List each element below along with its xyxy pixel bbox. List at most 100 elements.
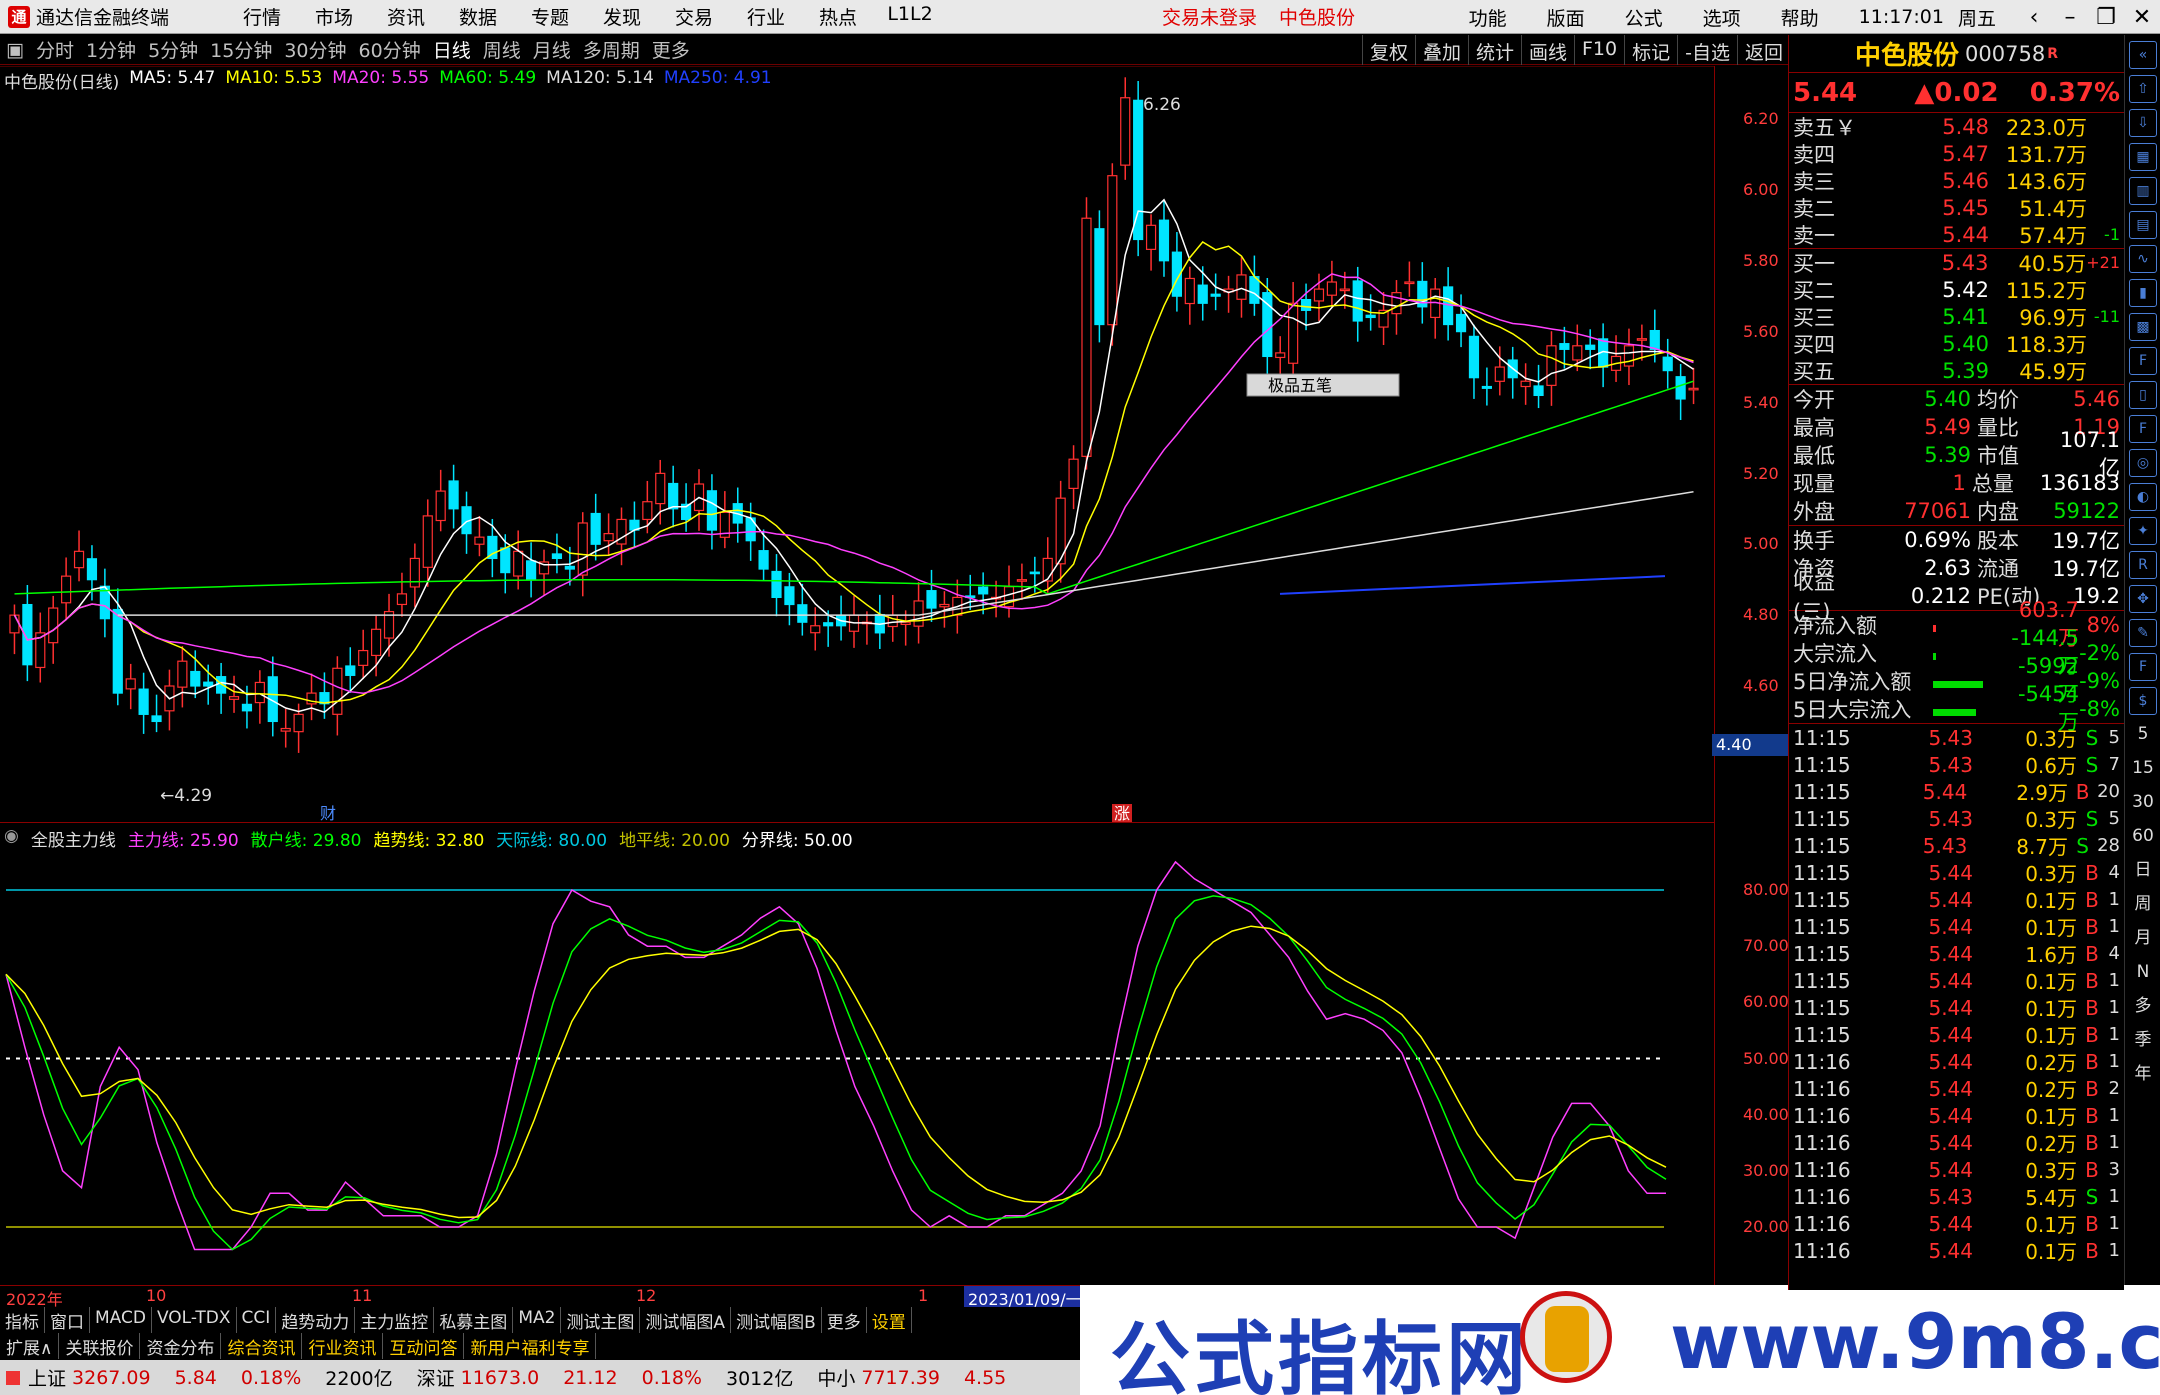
panel-toggle-icon[interactable]: ▣ — [0, 39, 30, 61]
zx-label[interactable]: 中小 — [817, 1364, 855, 1391]
side-period[interactable]: 年 — [2129, 1061, 2157, 1089]
menu-item[interactable]: 行情 — [226, 3, 298, 30]
indicator-tab[interactable]: 测试幅图B — [731, 1307, 822, 1333]
info-tab[interactable]: 互动问答 — [383, 1333, 465, 1359]
f10-icon[interactable]: F — [2129, 347, 2157, 375]
indicator-tab[interactable]: 测试主图 — [561, 1307, 641, 1333]
ask-row[interactable]: 卖五￥ 5.48 223.0万 — [1789, 113, 2124, 140]
period-tab[interactable]: 周线 — [477, 36, 527, 63]
chart-button[interactable]: 返回 — [1736, 35, 1790, 65]
chart-button[interactable]: 画线 — [1520, 35, 1574, 65]
line-icon[interactable]: ∿ — [2129, 245, 2157, 273]
chart-icon[interactable]: ▦ — [2129, 143, 2157, 171]
side-period[interactable]: 15 — [2129, 755, 2157, 783]
period-tab[interactable]: 多周期 — [577, 36, 646, 63]
menu-item[interactable]: 资讯 — [370, 3, 442, 30]
down-icon[interactable]: ⇩ — [2129, 109, 2157, 137]
ask-row[interactable]: 卖三 5.46 143.6万 — [1789, 167, 2124, 194]
ask-row[interactable]: 卖一 5.44 57.4万 -1 — [1789, 221, 2124, 248]
side-period[interactable]: N — [2129, 959, 2157, 987]
dollar-icon[interactable]: $ — [2129, 687, 2157, 715]
period-tab[interactable]: 60分钟 — [353, 36, 427, 63]
arrows-icon[interactable]: ✥ — [2129, 585, 2157, 613]
indicator-tab[interactable]: 指标 — [0, 1307, 45, 1333]
indicator-tab[interactable]: 更多 — [822, 1307, 867, 1333]
right-menu-item[interactable]: 选项 — [1703, 4, 1741, 31]
chart-button[interactable]: -自选 — [1677, 35, 1737, 65]
period-tab[interactable]: 1分钟 — [80, 36, 142, 63]
bid-row[interactable]: 买四 5.40 118.3万 — [1789, 330, 2124, 357]
pen-icon[interactable]: ✎ — [2129, 619, 2157, 647]
indicator-tab[interactable]: 主力监控 — [355, 1307, 435, 1333]
period-tab[interactable]: 5分钟 — [142, 36, 204, 63]
right-menu-item[interactable]: 功能 — [1469, 4, 1507, 31]
fs2-icon[interactable]: F — [2129, 653, 2157, 681]
side-period[interactable]: 周 — [2129, 891, 2157, 919]
side-period[interactable]: 60 — [2129, 823, 2157, 851]
period-tab[interactable]: 15分钟 — [204, 36, 278, 63]
up-icon[interactable]: ⇧ — [2129, 75, 2157, 103]
side-period[interactable]: 5 — [2129, 721, 2157, 749]
chart-button[interactable]: 标记 — [1624, 35, 1677, 65]
period-tab[interactable]: 30分钟 — [278, 36, 352, 63]
bar-icon[interactable]: ▥ — [2129, 177, 2157, 205]
right-menu-item[interactable]: 公式 — [1625, 4, 1663, 31]
indicator-tab[interactable]: 测试幅图A — [640, 1307, 732, 1333]
menu-item[interactable]: 市场 — [298, 3, 370, 30]
menu-item[interactable]: 热点 — [802, 3, 874, 30]
kline-icon[interactable]: ▮ — [2129, 279, 2157, 307]
target-icon[interactable]: ◎ — [2129, 449, 2157, 477]
period-tab[interactable]: 分时 — [30, 36, 80, 63]
trade-login-status[interactable]: 交易未登录 — [1162, 3, 1257, 30]
menu-item[interactable]: 数据 — [442, 3, 514, 30]
doc-icon[interactable]: ▯ — [2129, 381, 2157, 409]
side-period[interactable]: 30 — [2129, 789, 2157, 817]
rsi-icon[interactable]: R — [2129, 551, 2157, 579]
minimize-icon[interactable]: – — [2052, 5, 2088, 30]
menu-item[interactable]: 行业 — [730, 3, 802, 30]
kline-chart[interactable]: 6.26 ←4.29 极品五笔财 涨 — [0, 66, 1714, 824]
mouse-icon[interactable]: ◐ — [2129, 483, 2157, 511]
bid-row[interactable]: 买三 5.41 96.9万 -11 — [1789, 303, 2124, 330]
info-tab[interactable]: 资金分布 — [140, 1333, 222, 1359]
tick-list[interactable]: 11:15 5.43 0.3万 S 5 11:15 5.43 0.6万 S 7 11:15 5.44 2… — [1789, 724, 2124, 1265]
indicator-tab[interactable]: VOL-TDX — [152, 1307, 237, 1333]
close-icon[interactable]: ✕ — [2124, 5, 2160, 30]
indicator-toggle-icon[interactable]: ◉ — [4, 826, 19, 851]
bid-row[interactable]: 买五 5.39 45.9万 — [1789, 357, 2124, 384]
chart-button[interactable]: 统计 — [1467, 35, 1521, 65]
menu-item[interactable]: 交易 — [658, 3, 730, 30]
chart-button[interactable]: 复权 — [1361, 35, 1415, 65]
side-period[interactable]: 多 — [2129, 993, 2157, 1021]
info-tab[interactable]: 行业资讯 — [302, 1333, 384, 1359]
collapse-icon[interactable]: « — [2129, 41, 2157, 69]
indicator-chart[interactable] — [0, 822, 1714, 1284]
period-tab[interactable]: 更多 — [646, 36, 696, 63]
period-tab[interactable]: 月线 — [527, 36, 577, 63]
list-icon[interactable]: ▤ — [2129, 211, 2157, 239]
info-tab[interactable]: 关联报价 — [59, 1333, 141, 1359]
menu-item[interactable]: L1L2 — [874, 3, 946, 30]
side-period[interactable]: 季 — [2129, 1027, 2157, 1055]
chart-button[interactable]: 叠加 — [1414, 35, 1468, 65]
back-icon[interactable]: ‹ — [2016, 5, 2052, 30]
info-tab[interactable]: 新用户福利专享 — [464, 1333, 597, 1359]
info-tab[interactable]: 综合资讯 — [221, 1333, 303, 1359]
sh-label[interactable]: 上证 — [28, 1364, 66, 1391]
indicator-tab[interactable]: MACD — [90, 1307, 152, 1333]
ask-row[interactable]: 卖四 5.47 131.7万 — [1789, 140, 2124, 167]
side-period[interactable]: 日 — [2129, 857, 2157, 885]
bid-row[interactable]: 买二 5.42 115.2万 — [1789, 276, 2124, 303]
right-menu-item[interactable]: 版面 — [1547, 4, 1585, 31]
period-tab[interactable]: 日线 — [427, 36, 477, 63]
side-period[interactable]: 月 — [2129, 925, 2157, 953]
restore-icon[interactable]: ❐ — [2088, 5, 2124, 30]
grid-icon[interactable]: ▩ — [2129, 313, 2157, 341]
menu-item[interactable]: 专题 — [514, 3, 586, 30]
indicator-tab[interactable]: 私募主图 — [434, 1307, 514, 1333]
info-tab[interactable]: 扩展∧ — [0, 1333, 60, 1359]
ask-row[interactable]: 卖二 5.45 51.4万 — [1789, 194, 2124, 221]
sz-label[interactable]: 深证 — [417, 1364, 455, 1391]
indicator-tab[interactable]: 趋势动力 — [276, 1307, 356, 1333]
indicator-tab[interactable]: CCI — [237, 1307, 277, 1333]
